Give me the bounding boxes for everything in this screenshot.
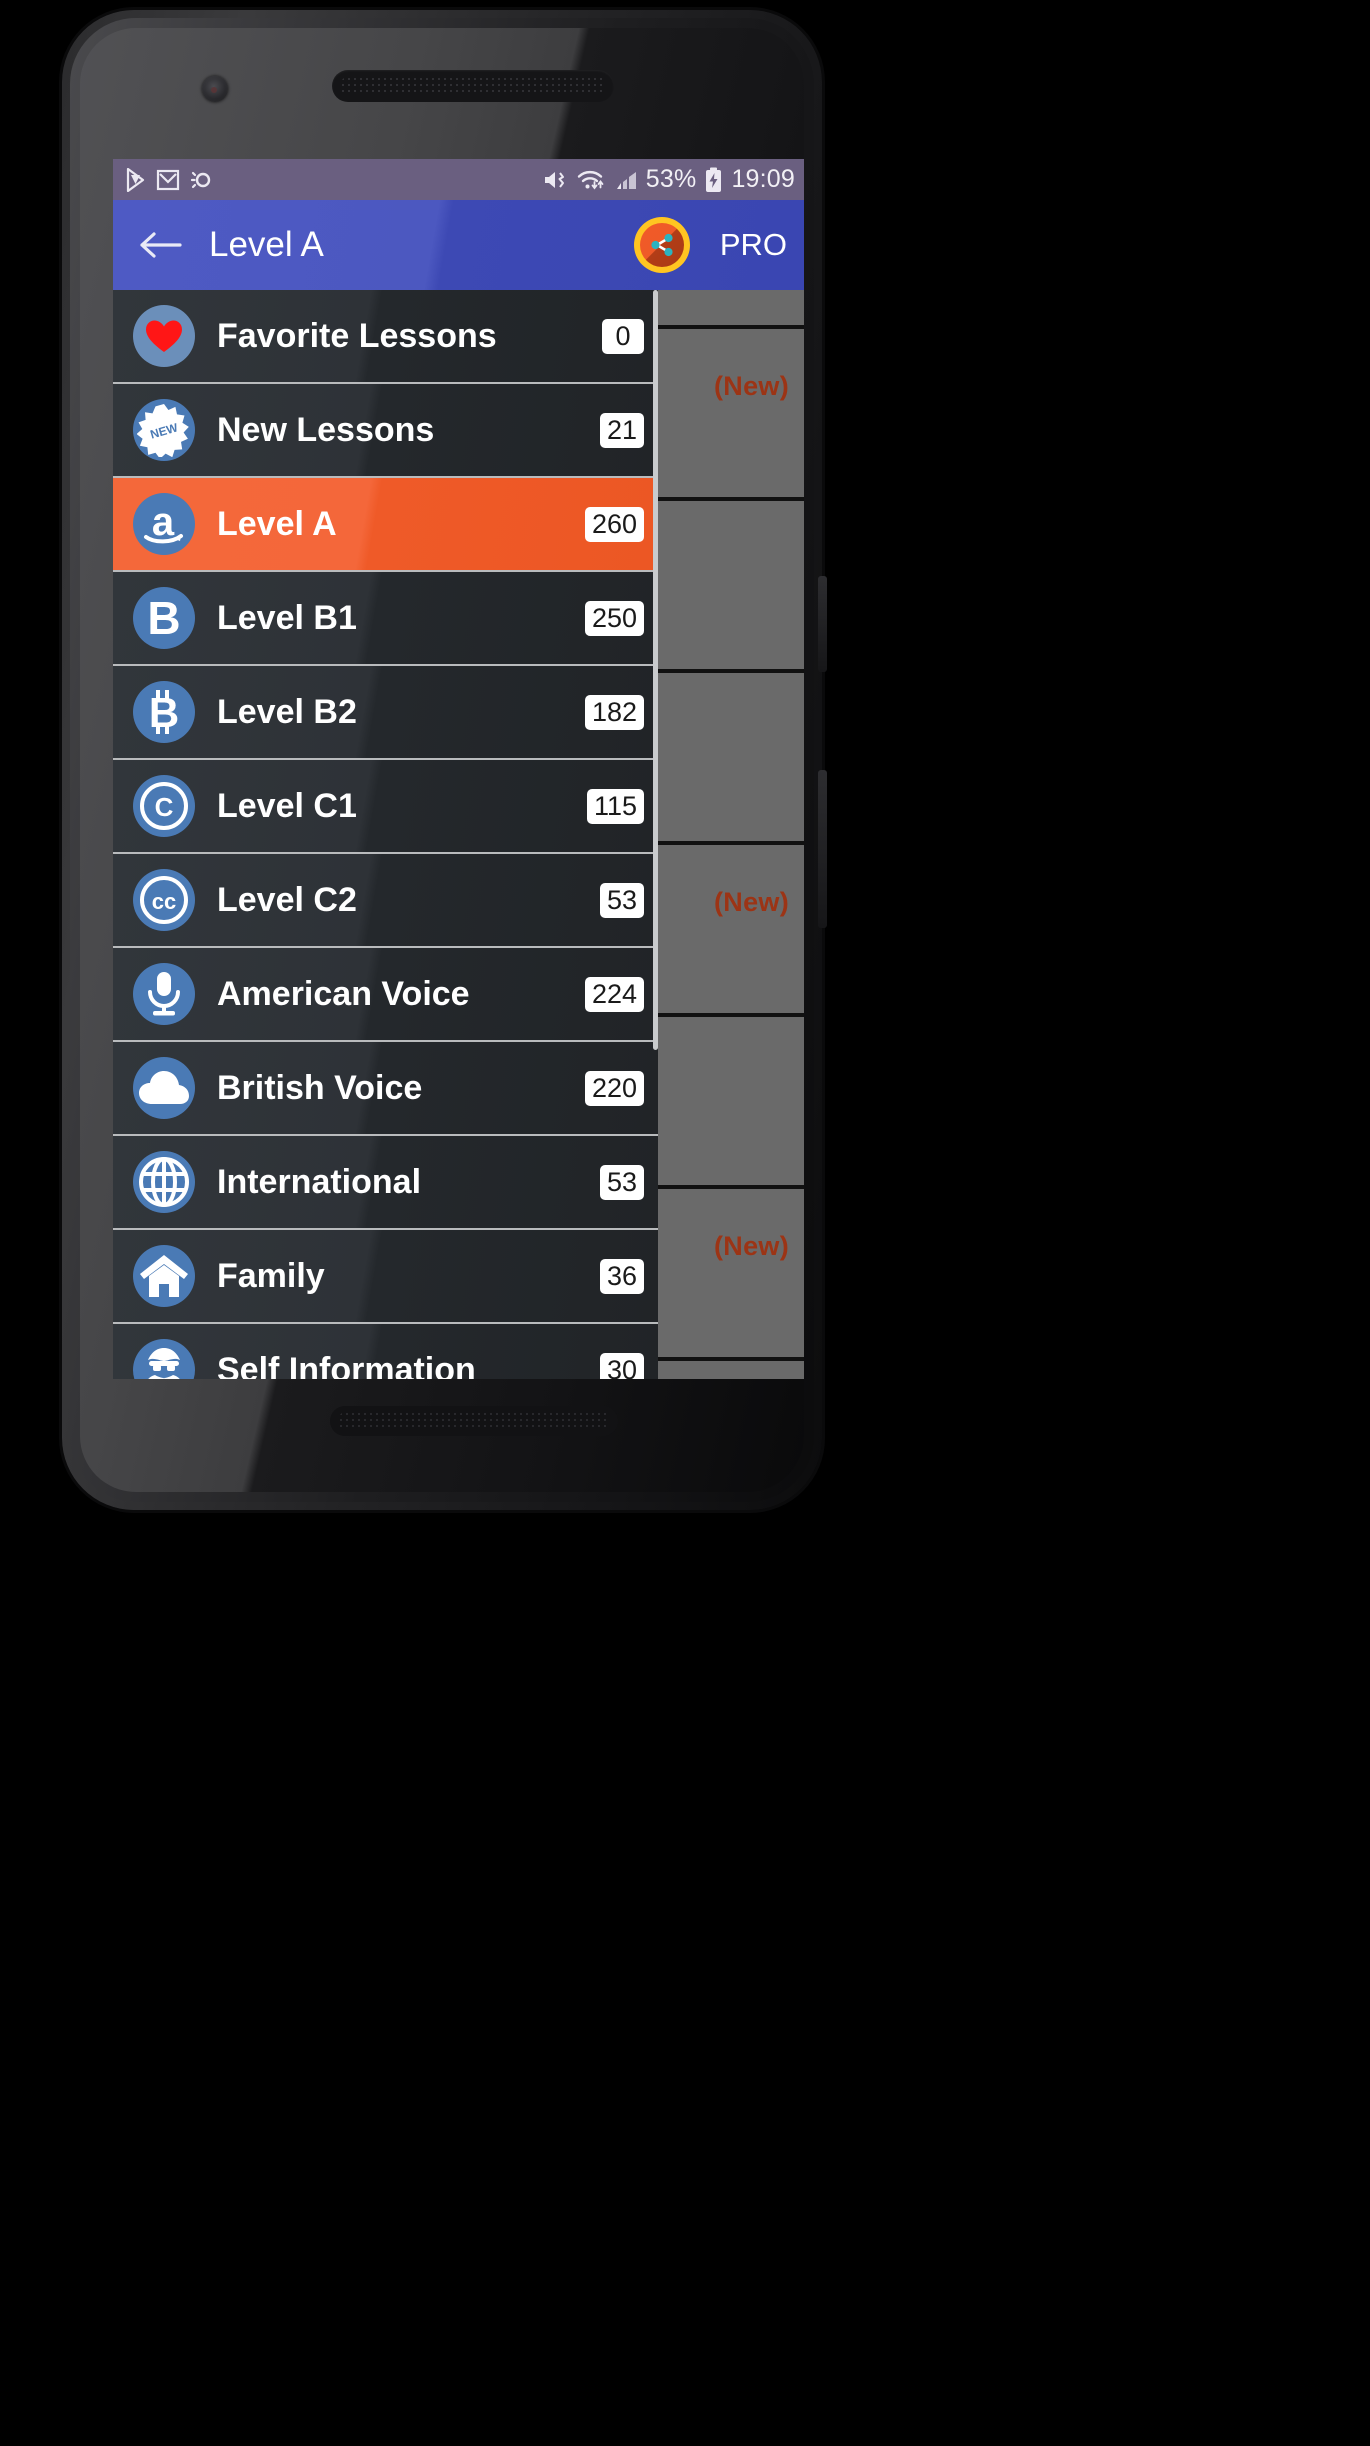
new-burst-icon: NEW: [133, 399, 195, 461]
arrow-back-icon: [140, 232, 182, 258]
drawer-item-count: 53: [599, 1164, 644, 1200]
status-bar-left-icons: [125, 167, 213, 192]
drawer-item-count: 250: [584, 600, 644, 636]
drawer-item-count: 224: [584, 976, 644, 1012]
drawer-item-label: Level A: [217, 504, 337, 543]
play-store-icon: [126, 167, 145, 192]
drawer-item-count: 115: [586, 788, 644, 824]
drawer-item-label: British Voice: [217, 1068, 423, 1107]
share-button[interactable]: [633, 217, 690, 273]
svg-text:C: C: [155, 792, 174, 822]
new-badge: (New): [714, 1231, 789, 1261]
clock-label: 19:09: [731, 165, 795, 193]
drawer-item-count: 220: [584, 1070, 644, 1106]
drawer-item-count: 260: [584, 506, 644, 542]
drawer-item-label: Family: [217, 1256, 325, 1295]
svg-text:B: B: [147, 593, 180, 643]
drawer-item-level-b2[interactable]: B Level B2 182: [113, 666, 658, 760]
svg-text:a: a: [152, 500, 175, 544]
back-button[interactable]: [133, 218, 187, 272]
signal-icon: [616, 171, 636, 189]
svg-text:B: B: [149, 689, 179, 736]
drawer-item-count: 36: [599, 1258, 644, 1294]
drawer-item-label: International: [217, 1162, 422, 1201]
drawer-item-label: Level C1: [217, 786, 357, 825]
drawer-item-label: Level C2: [217, 880, 357, 919]
svg-text:cc: cc: [152, 889, 176, 914]
status-bar: 53% 19:09: [113, 159, 804, 200]
front-camera-icon: [202, 76, 228, 102]
drawer-item-international[interactable]: International 53: [113, 1136, 658, 1230]
battery-percent-label: 53%: [645, 165, 697, 193]
drawer-item-label: Favorite Lessons: [217, 316, 497, 355]
battery-charging-icon: [706, 167, 722, 192]
drawer-item-new-lessons[interactable]: NEW New Lessons 21: [113, 384, 658, 478]
status-bar-right-icons: 53% 19:09: [542, 165, 795, 194]
drawer-item-count: 30: [599, 1352, 644, 1379]
mute-icon: [544, 171, 564, 188]
volume-button[interactable]: [818, 770, 827, 928]
home-icon: [133, 1245, 195, 1307]
drawer-item-self-information[interactable]: Self Information 30: [113, 1324, 658, 1379]
drawer-item-favorite-lessons[interactable]: Favorite Lessons 0: [113, 290, 658, 384]
microphone-icon: [133, 963, 195, 1025]
earpiece-speaker: [332, 70, 614, 102]
bitcoin-icon: B: [133, 681, 195, 743]
power-button[interactable]: [818, 576, 827, 672]
heart-icon: [133, 305, 195, 367]
drawer-item-count: 0: [602, 318, 644, 354]
device-glass: (New)(New)(New)(New) Favorite Lessons0NE…: [80, 28, 804, 1492]
drawer-item-label: Level B2: [217, 692, 357, 731]
drawer-item-count: 182: [584, 694, 644, 730]
pro-button[interactable]: PRO: [720, 227, 787, 263]
drawer-item-british-voice[interactable]: British Voice 220: [113, 1042, 658, 1136]
wifi-icon: [577, 170, 604, 189]
globe-icon: [133, 1151, 195, 1213]
share-icon: [651, 233, 673, 257]
drawer-item-level-c2[interactable]: cc Level C2 53: [113, 854, 658, 948]
drawer-scrollbar[interactable]: [653, 290, 658, 1050]
navigation-drawer[interactable]: Favorite Lessons 0 NEW New Lessons 21 a Level …: [113, 290, 658, 1379]
letter-b-icon: B: [133, 587, 195, 649]
new-badge: (New): [714, 371, 789, 401]
copyright-icon: C: [133, 775, 195, 837]
brightness-icon: [190, 171, 211, 188]
drawer-item-level-b1[interactable]: B Level B1 250: [113, 572, 658, 666]
drawer-item-label: Level B1: [217, 598, 357, 637]
amazon-a-icon: a: [133, 493, 195, 555]
cloud-icon: [133, 1057, 195, 1119]
drawer-item-level-c1[interactable]: C Level C1 115: [113, 760, 658, 854]
app-bar: Level A PRO: [113, 200, 804, 290]
page-title: Level A: [209, 225, 324, 264]
phone-screen: (New)(New)(New)(New) Favorite Lessons0NE…: [113, 159, 804, 1379]
creative-commons-icon: cc: [133, 869, 195, 931]
drawer-item-american-voice[interactable]: American Voice 224: [113, 948, 658, 1042]
drawer-item-label: Self Information: [217, 1350, 476, 1380]
drawer-item-count: 53: [599, 882, 644, 918]
drawer-item-family[interactable]: Family 36: [113, 1230, 658, 1324]
spy-icon: [133, 1339, 195, 1379]
drawer-item-count: 21: [599, 412, 644, 448]
gmail-icon: [156, 169, 180, 190]
bottom-speaker: [330, 1406, 618, 1436]
new-badge: (New): [714, 887, 789, 917]
drawer-item-label: New Lessons: [217, 410, 435, 449]
drawer-item-level-a[interactable]: a Level A 260: [113, 478, 658, 572]
drawer-item-label: American Voice: [217, 974, 470, 1013]
phone-device: (New)(New)(New)(New) Favorite Lessons0NE…: [62, 10, 827, 1510]
